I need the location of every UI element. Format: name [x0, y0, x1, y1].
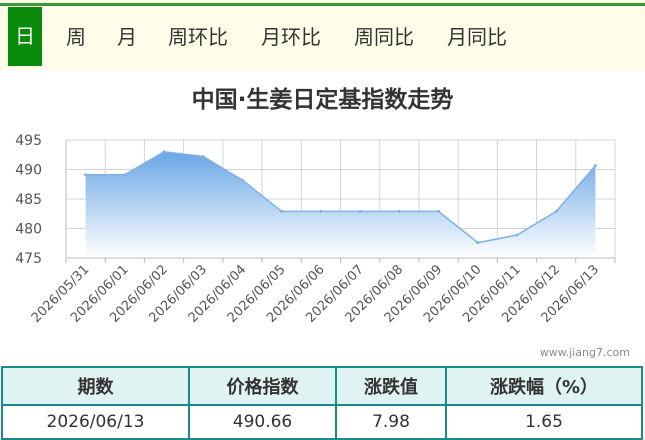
cell-price-index: 490.66 [188, 404, 337, 440]
y-tick-label: 480 [15, 222, 42, 238]
tab-week-on-week[interactable]: 周环比 [168, 10, 228, 64]
chart-title: 中国·生姜日定基指数走势 [191, 87, 454, 113]
data-point [554, 209, 558, 213]
data-point [437, 209, 441, 213]
tab-week[interactable]: 周 [66, 10, 86, 64]
index-trend-chart: 4754804854904952026/05/312026/06/012026/… [15, 133, 616, 326]
header-change-value: 涨跌值 [335, 366, 447, 406]
data-point [515, 233, 519, 237]
header-change-rate: 涨跌幅（%） [445, 366, 643, 406]
y-tick-label: 475 [15, 251, 42, 267]
cell-period: 2026/06/13 [1, 404, 190, 440]
summary-header-row: 期数 价格指数 涨跌值 涨跌幅（%） [1, 366, 643, 406]
header-period: 期数 [1, 366, 190, 406]
data-point [201, 155, 205, 159]
tab-month[interactable]: 月 [117, 10, 137, 64]
top-accent-line [0, 3, 645, 6]
summary-table: 期数 价格指数 涨跌值 涨跌幅（%） 2026/06/13 490.66 7.9… [1, 366, 643, 440]
y-tick-label: 495 [15, 133, 42, 149]
data-point [84, 173, 88, 177]
summary-data-row: 2026/06/13 490.66 7.98 1.65 [1, 404, 643, 440]
y-tick-label: 485 [15, 192, 42, 208]
tab-week-year-on-year[interactable]: 周同比 [354, 10, 414, 64]
data-point [162, 150, 166, 154]
tab-month-on-month[interactable]: 月环比 [261, 10, 321, 64]
cell-change-rate: 1.65 [445, 404, 643, 440]
data-point [319, 209, 323, 213]
period-tab-bar: 日 周 月 周环比 月环比 周同比 月同比 [0, 0, 645, 70]
data-point [240, 178, 244, 182]
data-point [397, 209, 401, 213]
data-point [280, 209, 284, 213]
data-point [123, 173, 127, 177]
data-point [593, 164, 597, 168]
tab-day[interactable]: 日 [8, 7, 42, 66]
header-price-index: 价格指数 [188, 366, 337, 406]
watermark: www.jiang7.com [539, 346, 630, 359]
data-point [476, 241, 480, 245]
tab-month-year-on-year[interactable]: 月同比 [447, 10, 507, 64]
y-tick-label: 490 [15, 163, 42, 179]
cell-change-value: 7.98 [335, 404, 447, 440]
data-point [358, 209, 362, 213]
